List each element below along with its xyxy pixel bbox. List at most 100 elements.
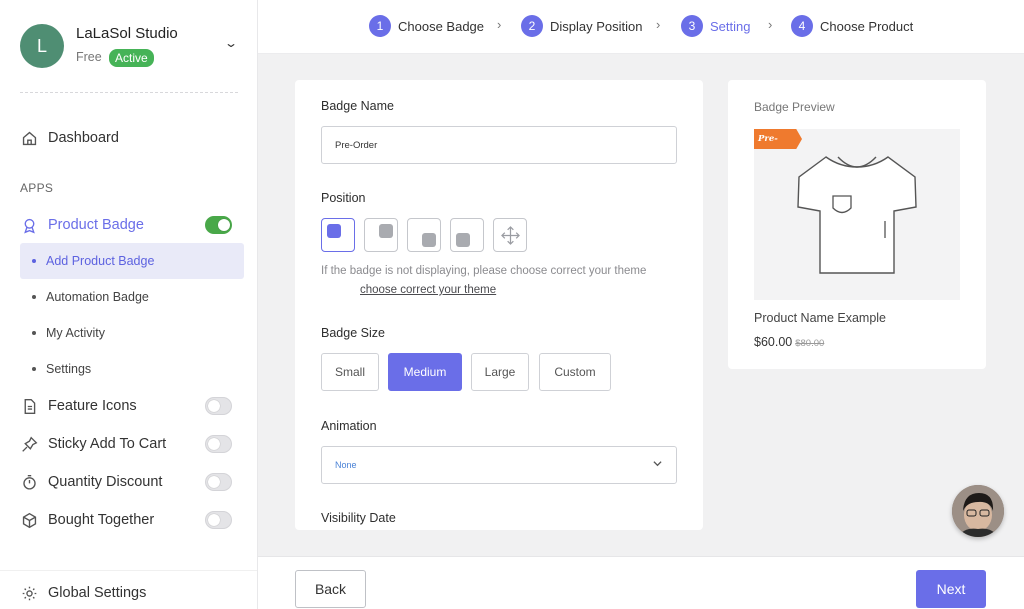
- size-small-button[interactable]: Small: [321, 353, 379, 391]
- document-icon: [20, 397, 38, 415]
- step-number: 4: [791, 15, 813, 37]
- step-choose-product[interactable]: 4 Choose Product: [791, 14, 913, 38]
- quantity-discount-toggle[interactable]: [205, 473, 232, 491]
- sub-item-label: My Activity: [46, 326, 106, 340]
- nav-feature-icons[interactable]: Feature Icons: [20, 388, 246, 424]
- nav-bought-together-label: Bought Together: [48, 512, 155, 528]
- nav-product-badge-label: Product Badge: [48, 217, 144, 233]
- status-badge: Active: [109, 49, 154, 67]
- step-number: 1: [369, 15, 391, 37]
- sub-item-automation-badge[interactable]: Automation Badge: [20, 279, 244, 315]
- bullet: [32, 259, 36, 263]
- store-avatar: L: [20, 24, 64, 68]
- product-image: Pre-Order: [754, 129, 960, 300]
- sticky-add-to-cart-toggle[interactable]: [205, 435, 232, 453]
- sub-item-label: Add Product Badge: [46, 254, 155, 268]
- gear-icon: [20, 584, 38, 602]
- chevron-right-icon: ›: [768, 17, 773, 32]
- box-icon: [20, 511, 38, 529]
- animation-select[interactable]: None: [321, 446, 677, 484]
- apps-section-label: APPS: [20, 181, 54, 195]
- product-name: Product Name Example: [754, 311, 887, 325]
- nav-quantity-discount-label: Quantity Discount: [48, 474, 163, 490]
- chevron-right-icon: ›: [656, 17, 661, 32]
- sub-item-add-product-badge[interactable]: Add Product Badge: [20, 243, 244, 279]
- product-price: $60.00 $80.00: [754, 335, 825, 349]
- animation-label: Animation: [321, 419, 377, 433]
- bullet: [32, 331, 36, 335]
- sidebar: L LaLaSol Studio Free Active ⌄ Dashboard…: [0, 0, 258, 609]
- nav-product-badge[interactable]: Product Badge: [20, 207, 246, 243]
- preorder-tag: Pre-Order: [754, 129, 802, 149]
- footer-bar: Back Next: [258, 556, 1024, 609]
- chat-support-avatar[interactable]: [952, 485, 1004, 537]
- sub-item-label: Automation Badge: [46, 290, 149, 304]
- bullet: [32, 295, 36, 299]
- stepper: 1 Choose Badge › 2 Display Position › 3 …: [258, 0, 1024, 54]
- badge-name-label: Badge Name: [321, 99, 394, 113]
- step-setting[interactable]: 3 Setting: [681, 14, 750, 38]
- bullet: [32, 367, 36, 371]
- old-price: $80.00: [795, 338, 825, 349]
- position-top-left-button[interactable]: [321, 218, 355, 252]
- step-number: 3: [681, 15, 703, 37]
- position-bottom-left-button[interactable]: [450, 218, 484, 252]
- divider: [20, 92, 238, 93]
- sub-item-label: Settings: [46, 362, 92, 376]
- sub-item-settings[interactable]: Settings: [20, 351, 244, 387]
- sub-item-my-activity[interactable]: My Activity: [20, 315, 244, 351]
- position-indicator: [456, 233, 470, 247]
- animation-value: None: [335, 460, 357, 470]
- feature-icons-toggle[interactable]: [205, 397, 232, 415]
- store-plan: Free: [76, 50, 102, 64]
- visibility-date-label: Visibility Date: [321, 511, 396, 525]
- position-indicator: [422, 233, 436, 247]
- position-custom-button[interactable]: [493, 218, 527, 252]
- nav-bought-together[interactable]: Bought Together: [20, 502, 246, 538]
- step-label: Choose Product: [820, 18, 914, 34]
- store-switcher[interactable]: L LaLaSol Studio Free Active ⌄: [20, 22, 240, 70]
- nav-global-settings[interactable]: Global Settings: [20, 575, 246, 609]
- nav-dashboard-label: Dashboard: [48, 130, 119, 146]
- nav-quantity-discount[interactable]: Quantity Discount: [20, 464, 246, 500]
- step-label: Choose Badge: [398, 18, 485, 34]
- settings-form: Badge Name Position If the badge is not …: [295, 80, 703, 530]
- size-medium-button[interactable]: Medium: [388, 353, 462, 391]
- product-badge-toggle[interactable]: [205, 216, 232, 234]
- badge-name-input[interactable]: [321, 126, 677, 164]
- position-indicator: [327, 224, 341, 238]
- choose-theme-link[interactable]: choose correct your theme: [360, 281, 499, 300]
- pin-icon: [20, 435, 38, 453]
- position-label: Position: [321, 191, 366, 205]
- timer-icon: [20, 473, 38, 491]
- chevron-right-icon: ›: [497, 17, 502, 32]
- step-display-position[interactable]: 2 Display Position: [521, 14, 643, 38]
- preview-title: Badge Preview: [754, 100, 835, 114]
- position-bottom-right-button[interactable]: [407, 218, 441, 252]
- move-icon: [501, 226, 520, 245]
- step-number: 2: [521, 15, 543, 37]
- size-custom-button[interactable]: Custom: [539, 353, 611, 391]
- position-help-text: If the badge is not displaying, please c…: [321, 265, 647, 277]
- person-avatar-icon: [952, 485, 1004, 537]
- step-label: Setting: [710, 18, 751, 34]
- position-top-right-button[interactable]: [364, 218, 398, 252]
- store-name: LaLaSol Studio: [76, 25, 178, 42]
- back-button[interactable]: Back: [295, 570, 366, 608]
- badge-icon: [20, 216, 38, 234]
- nav-sticky-add-to-cart-label: Sticky Add To Cart: [48, 436, 167, 452]
- next-button[interactable]: Next: [916, 570, 986, 608]
- nav-sticky-add-to-cart[interactable]: Sticky Add To Cart: [20, 426, 246, 462]
- position-indicator: [379, 224, 393, 238]
- sidebar-footer: Global Settings: [0, 570, 257, 609]
- tshirt-icon: [797, 156, 917, 274]
- step-label: Display Position: [550, 18, 643, 34]
- size-large-button[interactable]: Large: [471, 353, 529, 391]
- chevron-down-icon: [653, 461, 662, 467]
- badge-size-label: Badge Size: [321, 326, 385, 340]
- chevron-down-icon[interactable]: ⌄: [224, 36, 238, 50]
- nav-dashboard[interactable]: Dashboard: [20, 120, 246, 156]
- step-choose-badge[interactable]: 1 Choose Badge: [369, 14, 484, 38]
- bought-together-toggle[interactable]: [205, 511, 232, 529]
- nav-global-settings-label: Global Settings: [48, 585, 147, 601]
